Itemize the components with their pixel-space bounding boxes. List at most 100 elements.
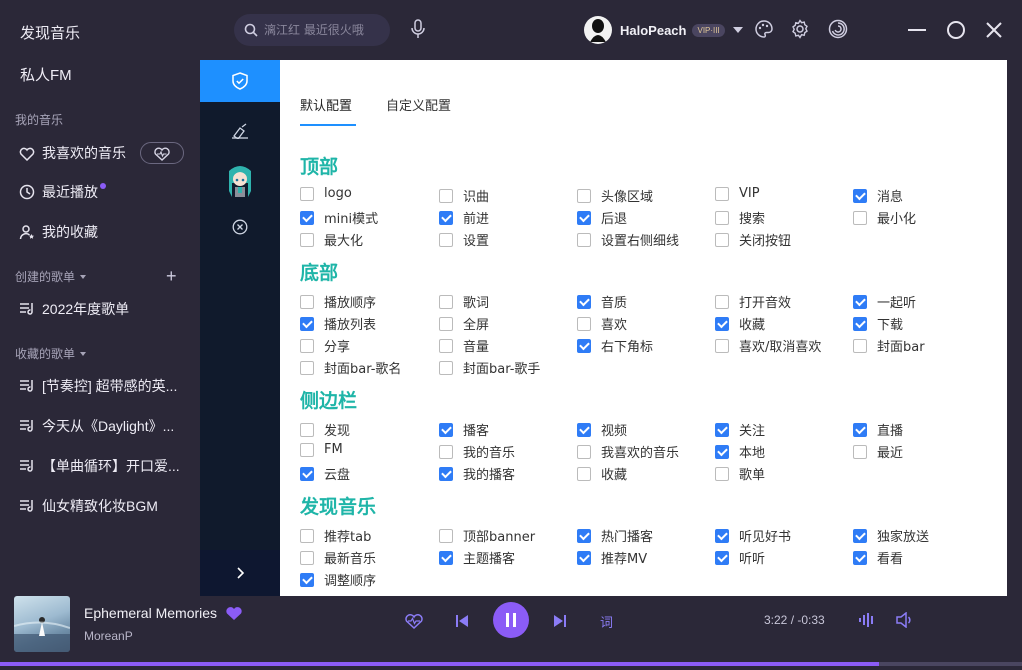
checkbox-unchecked[interactable] bbox=[439, 528, 453, 543]
sidebar-playlist-item[interactable]: 【单曲循环】开口爱... bbox=[18, 456, 180, 476]
volume-icon[interactable] bbox=[896, 612, 914, 628]
tab-default-config[interactable]: 默认配置 bbox=[300, 95, 357, 126]
option-checkbox[interactable]: VIP bbox=[715, 186, 760, 201]
user-menu[interactable]: HaloPeach VIP·III bbox=[584, 16, 743, 44]
checkbox-checked[interactable] bbox=[715, 550, 729, 565]
song-title[interactable]: Ephemeral Memories bbox=[84, 605, 243, 621]
option-checkbox[interactable]: 前进 bbox=[439, 208, 489, 227]
checkbox-unchecked[interactable] bbox=[439, 338, 453, 353]
checkbox-unchecked[interactable] bbox=[439, 360, 453, 375]
sidebar-item-recent[interactable]: 最近播放 bbox=[18, 182, 106, 202]
section-created-playlists[interactable]: 创建的歌单 bbox=[15, 268, 87, 285]
option-checkbox[interactable]: logo bbox=[300, 186, 352, 201]
checkbox-checked[interactable] bbox=[577, 550, 591, 565]
option-checkbox[interactable]: 本地 bbox=[715, 442, 765, 461]
sidebar-item-fm[interactable]: 私人FM bbox=[20, 64, 72, 85]
pause-button[interactable] bbox=[493, 602, 529, 638]
option-checkbox[interactable]: 下载 bbox=[853, 314, 903, 333]
checkbox-unchecked[interactable] bbox=[715, 338, 729, 353]
checkbox-unchecked[interactable] bbox=[439, 316, 453, 331]
option-checkbox[interactable]: 搜索 bbox=[715, 208, 765, 227]
option-checkbox[interactable]: 发现 bbox=[300, 420, 350, 439]
sidebar-item-liked[interactable]: 我喜欢的音乐 bbox=[18, 142, 184, 164]
option-checkbox[interactable]: 主题播客 bbox=[439, 548, 515, 567]
add-playlist-icon[interactable]: + bbox=[166, 266, 177, 287]
lyrics-button[interactable]: 词 bbox=[600, 612, 613, 631]
checkbox-unchecked[interactable] bbox=[439, 444, 453, 459]
sidebar-playlist-item[interactable]: 2022年度歌单 bbox=[18, 299, 129, 319]
scrollbar-track[interactable] bbox=[1007, 60, 1022, 596]
option-checkbox[interactable]: 一起听 bbox=[853, 292, 916, 311]
checkbox-unchecked[interactable] bbox=[715, 466, 729, 481]
checkbox-checked[interactable] bbox=[715, 528, 729, 543]
checkbox-checked[interactable] bbox=[439, 466, 453, 481]
option-checkbox[interactable]: 设置 bbox=[439, 230, 489, 249]
option-checkbox[interactable]: FM bbox=[300, 442, 343, 457]
checkbox-unchecked[interactable] bbox=[577, 466, 591, 481]
checkbox-unchecked[interactable] bbox=[715, 186, 729, 201]
checkbox-checked[interactable] bbox=[300, 466, 314, 481]
sidebar-item-collection[interactable]: 我的收藏 bbox=[18, 222, 98, 242]
option-checkbox[interactable]: 收藏 bbox=[715, 314, 765, 333]
option-checkbox[interactable]: 推荐MV bbox=[577, 548, 647, 567]
option-checkbox[interactable]: 喜欢 bbox=[577, 314, 627, 333]
checkbox-checked[interactable] bbox=[300, 572, 314, 587]
option-checkbox[interactable]: 封面bar-歌手 bbox=[439, 358, 540, 377]
rail-brush-button[interactable] bbox=[200, 110, 280, 152]
section-collected-playlists[interactable]: 收藏的歌单 bbox=[15, 345, 87, 362]
option-checkbox[interactable]: 全屏 bbox=[439, 314, 489, 333]
option-checkbox[interactable]: mini模式 bbox=[300, 208, 378, 227]
option-checkbox[interactable]: 消息 bbox=[853, 186, 903, 205]
song-artist[interactable]: MoreanP bbox=[84, 629, 133, 643]
option-checkbox[interactable]: 音质 bbox=[577, 292, 627, 311]
checkbox-checked[interactable] bbox=[853, 528, 867, 543]
option-checkbox[interactable]: 最小化 bbox=[853, 208, 916, 227]
option-checkbox[interactable]: 歌单 bbox=[715, 464, 765, 483]
option-checkbox[interactable]: 音量 bbox=[439, 336, 489, 355]
avatar[interactable] bbox=[584, 16, 612, 44]
checkbox-unchecked[interactable] bbox=[577, 188, 591, 203]
checkbox-unchecked[interactable] bbox=[439, 232, 453, 247]
option-checkbox[interactable]: 识曲 bbox=[439, 186, 489, 205]
heartbeat-mode-icon[interactable] bbox=[404, 613, 424, 629]
checkbox-unchecked[interactable] bbox=[577, 232, 591, 247]
option-checkbox[interactable]: 头像区域 bbox=[577, 186, 653, 205]
heart-mode-button[interactable] bbox=[140, 142, 184, 164]
checkbox-unchecked[interactable] bbox=[300, 232, 314, 247]
option-checkbox[interactable]: 播客 bbox=[439, 420, 489, 439]
previous-track-icon[interactable] bbox=[455, 614, 469, 628]
checkbox-checked[interactable] bbox=[853, 422, 867, 437]
checkbox-unchecked[interactable] bbox=[853, 444, 867, 459]
checkbox-checked[interactable] bbox=[577, 338, 591, 353]
checkbox-checked[interactable] bbox=[577, 210, 591, 225]
option-checkbox[interactable]: 视频 bbox=[577, 420, 627, 439]
option-checkbox[interactable]: 关闭按钮 bbox=[715, 230, 791, 249]
close-icon[interactable] bbox=[985, 21, 1003, 39]
option-checkbox[interactable]: 歌词 bbox=[439, 292, 489, 311]
option-checkbox[interactable]: 顶部banner bbox=[439, 526, 535, 545]
checkbox-unchecked[interactable] bbox=[300, 550, 314, 565]
search-box[interactable] bbox=[234, 14, 390, 46]
checkbox-checked[interactable] bbox=[439, 422, 453, 437]
checkbox-checked[interactable] bbox=[577, 294, 591, 309]
option-checkbox[interactable]: 收藏 bbox=[577, 464, 627, 483]
tab-custom-config[interactable]: 自定义配置 bbox=[386, 95, 451, 114]
checkbox-checked[interactable] bbox=[300, 316, 314, 331]
option-checkbox[interactable]: 后退 bbox=[577, 208, 627, 227]
maximize-icon[interactable] bbox=[946, 20, 966, 40]
checkbox-unchecked[interactable] bbox=[300, 528, 314, 543]
option-checkbox[interactable]: 播放顺序 bbox=[300, 292, 376, 311]
rail-close-button[interactable] bbox=[200, 206, 280, 248]
option-checkbox[interactable]: 我的音乐 bbox=[439, 442, 515, 461]
checkbox-unchecked[interactable] bbox=[853, 338, 867, 353]
search-input[interactable] bbox=[264, 23, 376, 37]
microphone-icon[interactable] bbox=[409, 19, 427, 39]
option-checkbox[interactable]: 关注 bbox=[715, 420, 765, 439]
checkbox-unchecked[interactable] bbox=[439, 294, 453, 309]
checkbox-unchecked[interactable] bbox=[300, 294, 314, 309]
checkbox-unchecked[interactable] bbox=[577, 316, 591, 331]
liked-heart-icon[interactable] bbox=[225, 605, 243, 621]
option-checkbox[interactable]: 最近 bbox=[853, 442, 903, 461]
option-checkbox[interactable]: 云盘 bbox=[300, 464, 350, 483]
spiral-theme-icon[interactable] bbox=[828, 19, 848, 39]
